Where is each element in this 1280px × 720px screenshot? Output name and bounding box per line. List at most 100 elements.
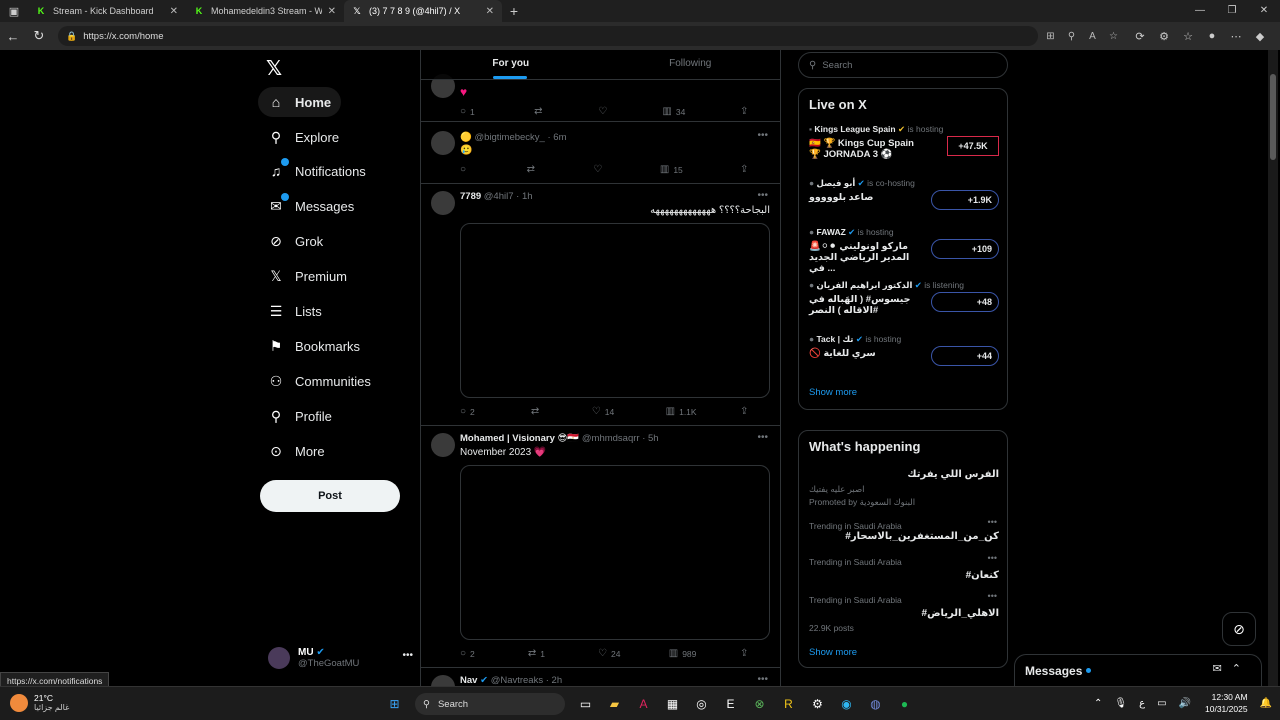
messages-dock[interactable]: Messages ✉⌃	[1014, 654, 1262, 686]
more-dots-icon[interactable]: •••	[757, 190, 768, 201]
steam-icon[interactable]: ◎	[687, 693, 716, 715]
more-dots-icon[interactable]: •••	[757, 432, 768, 443]
share-button[interactable]: ⇪	[740, 106, 770, 117]
microphone-icon[interactable]: 🎙	[1114, 698, 1127, 709]
grok-button[interactable]: ⊘	[1222, 612, 1256, 646]
window-menu-icon[interactable]: ▣	[0, 0, 28, 22]
browser-tab-x-home[interactable]: 𝕏 (3) 7 7 8 9 (@4hil7) / X ✕	[344, 0, 502, 22]
close-icon[interactable]: ✕	[170, 6, 178, 17]
trend-item[interactable]: Trending in Saudi Arabia ••• #كنعان	[809, 553, 999, 581]
edge-icon[interactable]: ◉	[832, 693, 861, 715]
epic-games-icon[interactable]: E	[716, 693, 745, 715]
xbox-icon[interactable]: ⊗	[745, 693, 774, 715]
live-listener-count[interactable]: +48	[931, 292, 999, 312]
adobe-icon[interactable]: A	[629, 693, 658, 715]
nav-grok[interactable]: ⊘ Grok	[258, 226, 333, 256]
clock[interactable]: 12:30 AM 10/31/2025	[1205, 691, 1248, 715]
more-dots-icon[interactable]: •••	[757, 674, 768, 685]
app-available-icon[interactable]: ⊞	[1040, 31, 1061, 42]
maximize-icon[interactable]: ❐	[1216, 0, 1248, 22]
live-item[interactable]: ● Tack | تك ✔ is hosting 🚫 سري للغاية +4…	[809, 334, 1001, 366]
tweet[interactable]: 7789 @4hil7 · 1h ••• البجاحة؟؟؟؟ ههههههه…	[421, 184, 780, 426]
more-dots-icon[interactable]: •••	[988, 553, 997, 563]
live-listener-count[interactable]: +109	[931, 239, 999, 259]
reply-button[interactable]: ○	[460, 164, 490, 175]
volume-icon[interactable]: 🔊	[1179, 698, 1191, 709]
favorites-icon[interactable]: ☆	[1176, 30, 1200, 43]
compose-and-expand-icons[interactable]: ✉⌃	[1213, 662, 1251, 675]
like-button[interactable]: ♡	[593, 164, 623, 175]
promoted-trend[interactable]: الفرس اللي يفرتك اصبر عليه يفتيك Promote…	[809, 469, 999, 508]
retweet-button[interactable]: ⇄ 1	[528, 648, 570, 659]
app-r-icon[interactable]: R	[774, 693, 803, 715]
nav-premium[interactable]: 𝕏 Premium	[258, 261, 357, 291]
retweet-button[interactable]: ⇄	[527, 164, 557, 175]
views-button[interactable]: ▥ 34	[662, 106, 705, 117]
reply-button[interactable]: ○ 2	[460, 406, 500, 417]
account-switcher[interactable]: MU ✔ @TheGoatMU •••	[268, 644, 413, 672]
browser-tab-kick-dashboard[interactable]: K Stream - Kick Dashboard ✕	[28, 0, 186, 22]
search-input[interactable]: ⚲ Search	[798, 52, 1008, 78]
nav-bookmarks[interactable]: ⚑ Bookmarks	[258, 331, 370, 361]
views-button[interactable]: ▥ 15	[660, 164, 703, 175]
tweet-media[interactable]	[460, 465, 770, 640]
retweet-button[interactable]: ⇄	[531, 406, 561, 417]
task-view-icon[interactable]: ▭	[571, 693, 600, 715]
network-icon[interactable]: ▭	[1157, 698, 1166, 709]
post-button[interactable]: Post	[260, 480, 400, 512]
close-window-icon[interactable]: ✕	[1248, 0, 1280, 22]
nav-more[interactable]: ⊙ More	[258, 436, 335, 466]
copilot-icon[interactable]: ◆	[1248, 30, 1272, 43]
spotify-icon[interactable]: ●	[890, 693, 919, 715]
settings-icon[interactable]: ⚙	[803, 693, 832, 715]
weather-widget[interactable]: 21°C غالم جزائيا	[10, 693, 69, 712]
show-more-link[interactable]: Show more	[809, 647, 857, 658]
live-item[interactable]: ● أبو فيصل ✔ is co-hosting صاعد بلووووو …	[809, 178, 1001, 210]
live-item[interactable]: ● الدكتور ابراهيم الفريان ✔ is listening…	[809, 280, 1001, 316]
more-dots-icon[interactable]: •••	[988, 517, 997, 527]
refresh-sync-icon[interactable]: ⟳	[1128, 30, 1152, 43]
nav-explore[interactable]: ⚲ Explore	[258, 122, 349, 152]
like-button[interactable]: ♡ 24	[598, 648, 641, 659]
reply-button[interactable]: ○ 1	[460, 106, 500, 117]
page-scrollbar[interactable]	[1268, 50, 1278, 686]
nav-home[interactable]: ⌂ Home	[258, 87, 342, 117]
share-button[interactable]: ⇪	[740, 164, 770, 175]
nav-notifications[interactable]: ♫ Notifications	[258, 156, 376, 186]
nav-messages[interactable]: ✉ Messages	[258, 191, 364, 221]
trend-item[interactable]: Trending in Saudi Arabia ••• #الاهلي_الر…	[809, 591, 999, 633]
nav-lists[interactable]: ☰ Lists	[258, 296, 332, 326]
more-dots-icon[interactable]: •••	[402, 650, 413, 661]
browser-tab-kick-stream[interactable]: K Mohamedeldin3 Stream - Watch ✕	[186, 0, 344, 22]
share-button[interactable]: ⇪	[740, 406, 770, 417]
extensions-icon[interactable]: ⚙	[1152, 30, 1176, 43]
new-tab-button[interactable]: +	[502, 3, 526, 19]
refresh-icon[interactable]: ↻	[26, 28, 52, 44]
reply-button[interactable]: ○ 2	[460, 648, 500, 659]
more-dots-icon[interactable]: •••	[757, 130, 768, 141]
taskbar-search[interactable]: ⚲ Search	[415, 693, 565, 715]
nav-communities[interactable]: ⚇ Communities	[258, 366, 381, 396]
show-more-link[interactable]: Show more	[809, 387, 857, 398]
tab-following[interactable]: Following	[601, 50, 781, 79]
like-button[interactable]: ♡	[598, 106, 628, 117]
discord-icon[interactable]: ◍	[861, 693, 890, 715]
retweet-button[interactable]: ⇄	[534, 106, 564, 117]
tab-for-you[interactable]: For you	[421, 50, 601, 79]
minimize-icon[interactable]: —	[1184, 0, 1216, 22]
live-listener-count[interactable]: +1.9K	[931, 190, 999, 210]
store-icon[interactable]: ▦	[658, 693, 687, 715]
x-logo-icon[interactable]: 𝕏	[266, 56, 282, 81]
tweet[interactable]: Mohamed | Visionary 😎🇪🇬 @mhmdsaqrr · 5h …	[421, 426, 780, 668]
menu-dots-icon[interactable]: ⋯	[1224, 30, 1248, 43]
close-icon[interactable]: ✕	[328, 6, 336, 17]
live-item[interactable]: ● FAWAZ ✔ is hosting 🚨⚪⚫ ماركو اونوليني …	[809, 227, 1001, 274]
nav-profile[interactable]: ⚲ Profile	[258, 401, 342, 431]
views-button[interactable]: ▥ 1.1K	[666, 406, 709, 417]
profile-avatar-icon[interactable]: ●	[1200, 30, 1224, 42]
windows-start-icon[interactable]: ⊞	[380, 693, 409, 715]
back-icon[interactable]: ←	[0, 29, 26, 44]
scrollbar-thumb[interactable]	[1270, 74, 1276, 160]
like-button[interactable]: ♡ 14	[592, 406, 635, 417]
live-listener-count[interactable]: +44	[931, 346, 999, 366]
